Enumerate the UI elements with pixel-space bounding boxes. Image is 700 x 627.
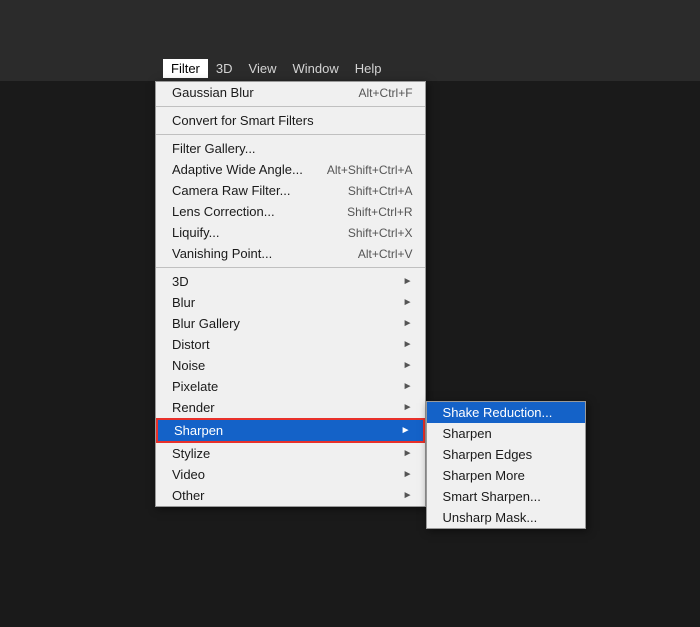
menubar-item-3d[interactable]: 3D <box>208 59 241 78</box>
menu-item-liquify[interactable]: Liquify... Shift+Ctrl+X <box>156 222 425 243</box>
menu-item-pixelate[interactable]: Pixelate ► <box>156 376 425 397</box>
menu-item-label: Render <box>172 400 215 415</box>
menu-item-render[interactable]: Render ► <box>156 397 425 418</box>
submenu-arrow-icon: ► <box>403 490 413 501</box>
menu-item-sharpen[interactable]: Sharpen ► <box>156 418 425 443</box>
submenu-item-label: Sharpen Edges <box>443 447 533 462</box>
menubar-item-view[interactable]: View <box>241 59 285 78</box>
menu-item-label: Video <box>172 467 205 482</box>
menu-shortcut: Shift+Ctrl+X <box>348 226 413 240</box>
submenu-arrow-icon: ► <box>403 469 413 480</box>
menu-item-label: Other <box>172 488 205 503</box>
menu-item-adaptive-wide[interactable]: Adaptive Wide Angle... Alt+Shift+Ctrl+A <box>156 159 425 180</box>
menu-item-label: Distort <box>172 337 210 352</box>
menu-shortcut: Alt+Shift+Ctrl+A <box>327 163 413 177</box>
submenu-item-label: Shake Reduction... <box>443 405 553 420</box>
menu-item-label: Vanishing Point... <box>172 246 272 261</box>
submenu-arrow-icon: ► <box>401 425 411 436</box>
menu-item-label: Lens Correction... <box>172 204 275 219</box>
separator-2 <box>156 134 425 135</box>
menu-item-label: Adaptive Wide Angle... <box>172 162 303 177</box>
submenu-item-label: Sharpen <box>443 426 492 441</box>
submenu-arrow-icon: ► <box>403 360 413 371</box>
menu-item-stylize[interactable]: Stylize ► <box>156 443 425 464</box>
menu-item-label: Noise <box>172 358 205 373</box>
menu-item-label: Filter Gallery... <box>172 141 256 156</box>
menu-item-gaussian-blur[interactable]: Gaussian Blur Alt+Ctrl+F <box>156 82 425 103</box>
menu-item-label: Blur Gallery <box>172 316 240 331</box>
submenu-arrow-icon: ► <box>403 276 413 287</box>
menu-item-distort[interactable]: Distort ► <box>156 334 425 355</box>
submenu-item-shake-reduction[interactable]: Shake Reduction... <box>427 402 585 423</box>
menu-item-label: Gaussian Blur <box>172 85 254 100</box>
menu-item-other[interactable]: Other ► <box>156 485 425 506</box>
menu-shortcut: Shift+Ctrl+R <box>347 205 412 219</box>
menu-item-noise[interactable]: Noise ► <box>156 355 425 376</box>
separator-3 <box>156 267 425 268</box>
submenu-item-sharpen-more[interactable]: Sharpen More <box>427 465 585 486</box>
submenu-arrow-icon: ► <box>403 381 413 392</box>
sharpen-submenu: Shake Reduction... Sharpen Sharpen Edges… <box>426 401 586 529</box>
menu-item-label: Pixelate <box>172 379 218 394</box>
submenu-arrow-icon: ► <box>403 448 413 459</box>
menubar-item-window[interactable]: Window <box>284 59 346 78</box>
menu-shortcut: Shift+Ctrl+A <box>348 184 413 198</box>
menu-item-label: Sharpen <box>174 423 223 438</box>
submenu-item-label: Smart Sharpen... <box>443 489 541 504</box>
menu-item-video[interactable]: Video ► <box>156 464 425 485</box>
submenu-item-smart-sharpen[interactable]: Smart Sharpen... <box>427 486 585 507</box>
dropdown-container: Gaussian Blur Alt+Ctrl+F Convert for Sma… <box>155 81 426 507</box>
menu-item-vanishing-point[interactable]: Vanishing Point... Alt+Ctrl+V <box>156 243 425 264</box>
menu-item-3d[interactable]: 3D ► <box>156 271 425 292</box>
menu-item-label: Blur <box>172 295 195 310</box>
menubar-item-help[interactable]: Help <box>347 59 390 78</box>
submenu-arrow-icon: ► <box>403 339 413 350</box>
menu-item-lens-correction[interactable]: Lens Correction... Shift+Ctrl+R <box>156 201 425 222</box>
menu-item-label: Stylize <box>172 446 210 461</box>
submenu-arrow-icon: ► <box>403 297 413 308</box>
submenu-item-label: Sharpen More <box>443 468 525 483</box>
submenu-item-sharpen[interactable]: Sharpen <box>427 423 585 444</box>
submenu-arrow-icon: ► <box>403 318 413 329</box>
separator-1 <box>156 106 425 107</box>
submenu-item-unsharp-mask[interactable]: Unsharp Mask... <box>427 507 585 528</box>
menu-item-filter-gallery[interactable]: Filter Gallery... <box>156 138 425 159</box>
menu-item-label: Liquify... <box>172 225 219 240</box>
menubar-item-filter[interactable]: Filter <box>163 59 208 78</box>
menu-item-convert-smart[interactable]: Convert for Smart Filters <box>156 110 425 131</box>
menu-item-label: Camera Raw Filter... <box>172 183 290 198</box>
menu-shortcut: Alt+Ctrl+F <box>359 86 413 100</box>
filter-dropdown: Gaussian Blur Alt+Ctrl+F Convert for Sma… <box>155 81 426 507</box>
menu-item-camera-raw[interactable]: Camera Raw Filter... Shift+Ctrl+A <box>156 180 425 201</box>
menu-item-label: Convert for Smart Filters <box>172 113 314 128</box>
app-background: Filter 3D View Window Help Gaussian Blur… <box>0 0 700 627</box>
menubar: Filter 3D View Window Help <box>155 55 425 81</box>
submenu-item-label: Unsharp Mask... <box>443 510 538 525</box>
menu-item-blur-gallery[interactable]: Blur Gallery ► <box>156 313 425 334</box>
menu-shortcut: Alt+Ctrl+V <box>358 247 413 261</box>
menu-item-blur[interactable]: Blur ► <box>156 292 425 313</box>
top-bar <box>0 0 700 55</box>
submenu-arrow-icon: ► <box>403 402 413 413</box>
submenu-item-sharpen-edges[interactable]: Sharpen Edges <box>427 444 585 465</box>
menu-item-label: 3D <box>172 274 189 289</box>
